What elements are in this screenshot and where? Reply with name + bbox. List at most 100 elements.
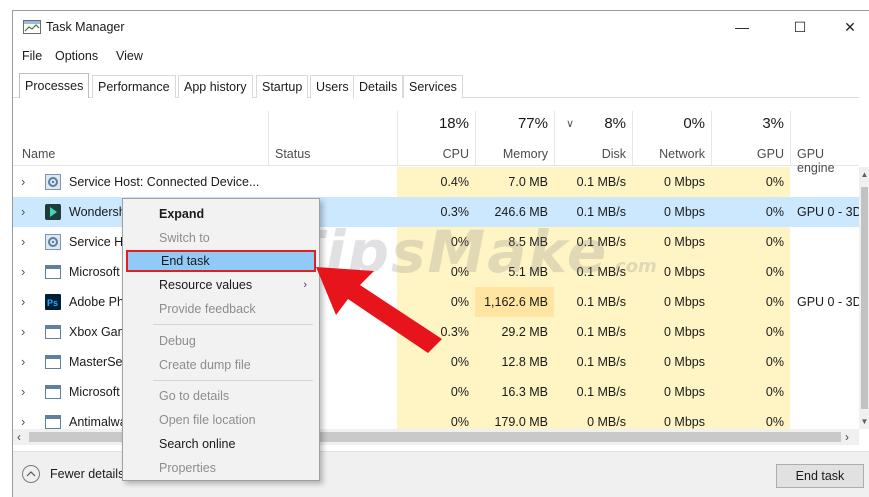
menu-options[interactable]: Options — [55, 49, 98, 63]
gpu-value: 0% — [765, 385, 784, 399]
menu-separator — [153, 324, 313, 325]
gpu-value: 0% — [765, 265, 784, 279]
gpu-value: 0% — [765, 415, 784, 429]
tab-app-history[interactable]: App history — [178, 75, 253, 98]
process-row[interactable]: › Service Host: Connected Device... 0.4%… — [13, 167, 859, 197]
gpu-value: 0% — [765, 295, 784, 309]
window-icon — [45, 385, 61, 399]
column-divider — [711, 111, 712, 166]
column-disk[interactable]: Disk — [560, 147, 626, 161]
disk-value: 0.1 MB/s — [576, 355, 626, 369]
window-title: Task Manager — [46, 20, 125, 34]
menu-properties: Properties — [159, 461, 216, 475]
tab-processes[interactable]: Processes — [19, 73, 90, 98]
disk-value: 0 MB/s — [587, 415, 626, 429]
red-pointer-arrow — [316, 267, 442, 353]
menu-view[interactable]: View — [116, 49, 143, 63]
menu-debug: Debug — [159, 334, 196, 348]
scroll-up-arrow-icon[interactable]: ▲ — [859, 170, 869, 179]
context-menu: Expand Switch to End task Resource value… — [122, 198, 320, 481]
resource-values-label: Resource values — [159, 278, 253, 292]
expand-chevron-icon[interactable]: › — [21, 167, 35, 197]
scroll-left-arrow-icon[interactable]: ‹ — [17, 429, 21, 445]
menu-expand[interactable]: Expand — [123, 203, 319, 225]
expand-chevron-icon[interactable]: › — [21, 317, 35, 347]
memory-value: 16.3 MB — [501, 385, 548, 399]
fewer-details-link[interactable]: Fewer details — [50, 467, 124, 481]
vertical-scrollbar[interactable]: ▲ ▼ — [859, 167, 869, 429]
tab-details[interactable]: Details — [353, 75, 404, 98]
expand-chevron-icon[interactable]: › — [21, 407, 35, 429]
column-header: Name Status 18% CPU 77% Memory ∨ 8% Disk… — [13, 111, 859, 175]
network-value: 0 Mbps — [664, 175, 705, 189]
menu-switch-to: Switch to — [159, 231, 210, 245]
memory-value: 179.0 MB — [494, 415, 548, 429]
tab-strip: Processes Performance App history Startu… — [19, 73, 859, 99]
expand-chevron-icon[interactable]: › — [21, 287, 35, 317]
close-button[interactable]: ✕ — [835, 17, 865, 39]
column-network[interactable]: Network — [638, 147, 705, 161]
task-manager-icon — [23, 20, 41, 34]
tab-performance[interactable]: Performance — [92, 75, 176, 98]
menu-separator — [153, 380, 313, 381]
network-value: 0 Mbps — [664, 295, 705, 309]
expand-chevron-icon[interactable]: › — [21, 227, 35, 257]
memory-value: 29.2 MB — [501, 325, 548, 339]
network-value: 0 Mbps — [664, 385, 705, 399]
expand-chevron-icon[interactable]: › — [21, 377, 35, 407]
end-task-button[interactable]: End task — [776, 464, 864, 488]
vertical-scroll-thumb[interactable] — [861, 187, 868, 409]
tab-services[interactable]: Services — [403, 75, 463, 98]
network-value: 0 Mbps — [664, 355, 705, 369]
column-name[interactable]: Name — [22, 147, 55, 161]
memory-value: 12.8 MB — [501, 355, 548, 369]
gpu-total: 3% — [762, 115, 784, 132]
network-value: 0 Mbps — [664, 325, 705, 339]
watermark-suffix: .com — [608, 256, 657, 277]
expand-chevron-icon[interactable]: › — [21, 257, 35, 287]
window-icon — [45, 415, 61, 429]
network-value: 0 Mbps — [664, 415, 705, 429]
gpu-value: 0% — [765, 325, 784, 339]
menu-resource-values[interactable]: Resource values › — [123, 274, 319, 296]
menu-create-dump-file: Create dump file — [159, 358, 251, 372]
gpu-engine-value — [797, 167, 859, 197]
menu-end-task[interactable]: End task — [126, 250, 316, 272]
collapse-chevron-icon[interactable] — [22, 465, 40, 483]
scroll-down-arrow-icon[interactable]: ▼ — [859, 417, 869, 426]
photoshop-icon: Ps — [45, 294, 61, 310]
expand-chevron-icon[interactable]: › — [21, 197, 35, 227]
title-bar: Task Manager — ☐ ✕ — [13, 11, 869, 43]
window-icon — [45, 355, 61, 369]
column-divider — [554, 111, 555, 166]
disk-value: 0.1 MB/s — [576, 385, 626, 399]
menu-provide-feedback: Provide feedback — [159, 302, 256, 316]
column-cpu[interactable]: CPU — [403, 147, 469, 161]
column-divider — [268, 111, 269, 166]
tab-startup[interactable]: Startup — [256, 75, 309, 98]
menu-file[interactable]: File — [22, 49, 42, 63]
column-memory[interactable]: Memory — [481, 147, 548, 161]
gpu-engine-value: GPU 0 - 3D — [797, 295, 859, 309]
maximize-button[interactable]: ☐ — [785, 17, 815, 39]
process-name: Service Host: Connected Device... — [69, 175, 260, 189]
network-total: 0% — [683, 115, 705, 132]
minimize-button[interactable]: — — [727, 17, 757, 39]
expand-chevron-icon[interactable]: › — [21, 347, 35, 377]
scroll-right-arrow-icon[interactable]: › — [845, 429, 849, 445]
gpu-value: 0% — [765, 205, 784, 219]
window-icon — [45, 325, 61, 339]
column-gpu[interactable]: GPU — [717, 147, 784, 161]
window-icon — [45, 265, 61, 279]
tab-users[interactable]: Users — [310, 75, 355, 98]
cpu-value: 0.4% — [440, 175, 470, 189]
gpu-value: 0% — [765, 355, 784, 369]
chevron-up-icon — [26, 471, 36, 477]
column-status[interactable]: Status — [275, 147, 310, 161]
menu-open-file-location: Open file location — [159, 413, 256, 427]
memory-value: 7.0 MB — [508, 175, 548, 189]
gear-icon — [45, 174, 61, 190]
disk-value: 0.1 MB/s — [576, 325, 626, 339]
gpu-engine-value: GPU 0 - 3D — [797, 205, 859, 219]
menu-search-online[interactable]: Search online — [123, 433, 319, 455]
